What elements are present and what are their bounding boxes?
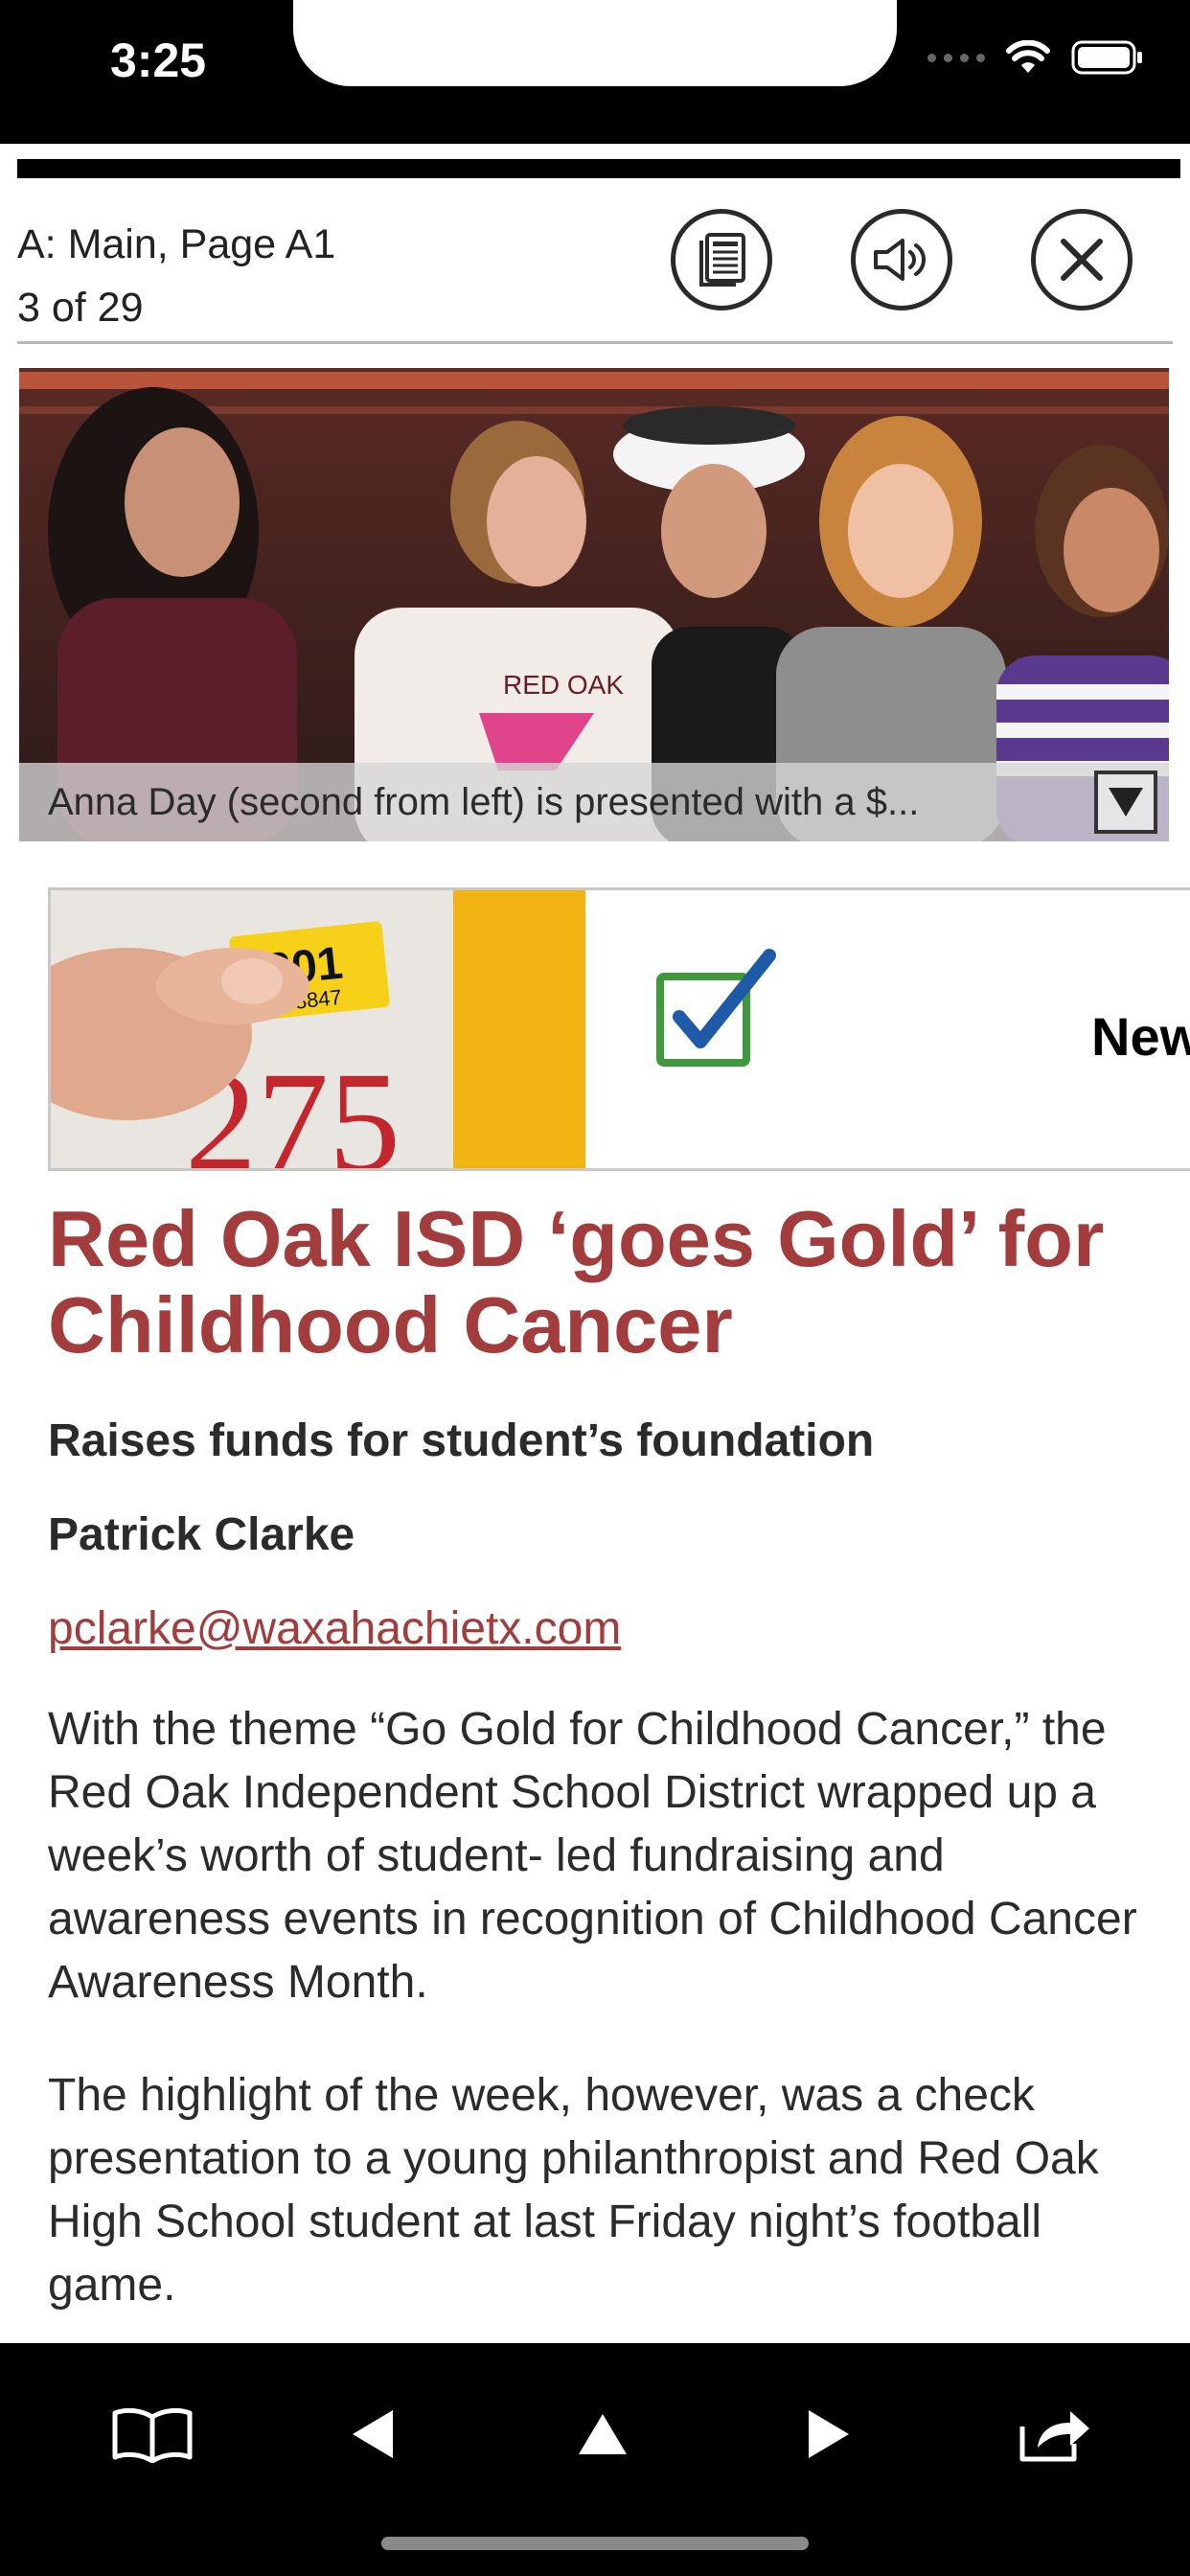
next-page-button[interactable] bbox=[776, 2381, 881, 2487]
article-paragraph: With the theme “Go Gold for Childhood Ca… bbox=[48, 1704, 1137, 2008]
previous-icon bbox=[353, 2410, 393, 2458]
license-plate-illustration: 201 9658847 275 bbox=[51, 890, 585, 1168]
close-button[interactable] bbox=[1031, 209, 1133, 310]
header-toolbar bbox=[671, 209, 1133, 310]
shirt-text: RED OAK bbox=[503, 670, 624, 700]
ad-text: New bbox=[1091, 1006, 1190, 1067]
article-photo[interactable]: RED OAK Anna Day (second from left) is p… bbox=[19, 368, 1169, 841]
status-time: 3:25 bbox=[110, 34, 207, 87]
photo-caption: Anna Day (second from left) is presented… bbox=[48, 780, 920, 823]
author-email-link[interactable]: pclarke@waxahachietx.com bbox=[48, 1602, 621, 1655]
ad-image: 201 9658847 275 bbox=[51, 890, 585, 1168]
status-bar: 3:25 bbox=[0, 0, 1190, 144]
article-paragraph: The highlight of the week, however, was … bbox=[48, 2070, 1099, 2311]
bottom-nav bbox=[0, 2381, 1190, 2487]
photo-caption-bar: Anna Day (second from left) is presented… bbox=[19, 763, 1169, 841]
status-icons bbox=[927, 40, 1144, 75]
battery-icon bbox=[1071, 40, 1142, 75]
share-icon bbox=[1019, 2411, 1089, 2462]
article-author: Patrick Clarke bbox=[48, 1509, 355, 1560]
page-view-icon bbox=[699, 233, 745, 287]
header-divider bbox=[17, 341, 1173, 344]
book-icon bbox=[112, 2407, 193, 2463]
close-icon bbox=[1061, 239, 1103, 281]
page-count: 3 of 29 bbox=[17, 285, 144, 331]
article-screen: A: Main, Page A1 3 of 29 RED OAK Anna Da… bbox=[0, 144, 1190, 2343]
signal-dots-icon bbox=[927, 53, 985, 62]
section-label: A: Main, Page A1 bbox=[17, 221, 336, 267]
article-subhead: Raises funds for student’s foundation bbox=[48, 1415, 875, 1466]
speaker-icon bbox=[874, 239, 926, 281]
wifi-icon bbox=[1006, 40, 1050, 73]
previous-page-button[interactable] bbox=[320, 2381, 425, 2487]
share-button[interactable] bbox=[1002, 2381, 1108, 2487]
top-rule bbox=[17, 159, 1180, 178]
article-headline: Red Oak ISD ‘goes Gold’ for Childhood Ca… bbox=[48, 1194, 1105, 1369]
book-button[interactable] bbox=[100, 2381, 205, 2487]
triangle-down-icon bbox=[1109, 788, 1143, 816]
caption-expand-button[interactable] bbox=[1094, 770, 1157, 834]
next-icon bbox=[809, 2410, 849, 2458]
up-icon bbox=[579, 2414, 627, 2454]
home-indicator[interactable] bbox=[381, 2537, 809, 2550]
page-view-button[interactable] bbox=[671, 209, 772, 310]
up-button[interactable] bbox=[550, 2381, 655, 2487]
notch bbox=[293, 0, 897, 86]
ad-banner[interactable]: 201 9658847 275 New bbox=[48, 887, 1190, 1171]
checkbox-icon bbox=[652, 948, 777, 1077]
audio-button[interactable] bbox=[851, 209, 952, 310]
page-info: A: Main, Page A1 3 of 29 bbox=[17, 213, 335, 339]
